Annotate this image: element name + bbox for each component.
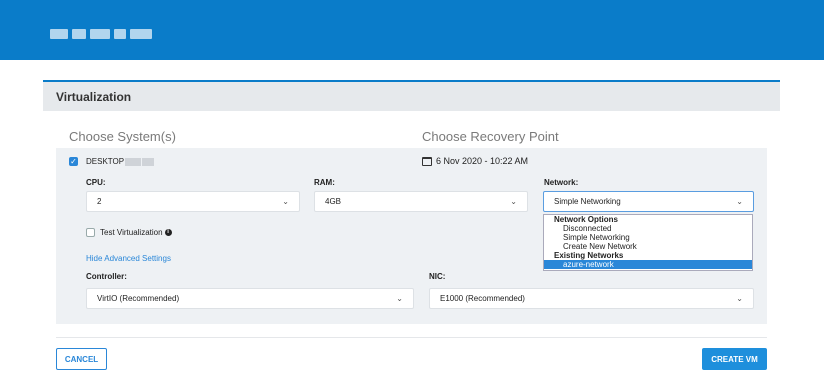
blurred-text <box>125 157 142 166</box>
footer-divider <box>56 337 767 338</box>
virtualization-panel: Virtualization Choose System(s) Choose R… <box>43 80 780 377</box>
cpu-value: 2 <box>97 197 102 206</box>
blurred-text <box>142 157 155 166</box>
dropdown-group-existing-networks: Existing Networks <box>554 251 624 260</box>
system-name-label: DESKTOP <box>86 157 155 166</box>
dropdown-option-create-new-network[interactable]: Create New Network <box>544 242 752 251</box>
choose-recovery-title: Choose Recovery Point <box>422 129 559 144</box>
chevron-down-icon: ⌄ <box>510 197 517 206</box>
network-dropdown-menu: Network Options Disconnected Simple Netw… <box>543 214 753 271</box>
dropdown-option-azure-network[interactable]: azure-network <box>544 260 752 269</box>
controller-select[interactable]: VirtIO (Recommended) ⌄ <box>86 288 414 309</box>
network-value: Simple Networking <box>554 197 621 206</box>
cpu-select[interactable]: 2 ⌄ <box>86 191 300 212</box>
hide-advanced-settings-link[interactable]: Hide Advanced Settings <box>86 254 171 263</box>
dropdown-option-disconnected[interactable]: Disconnected <box>544 224 752 233</box>
choose-systems-title: Choose System(s) <box>69 129 176 144</box>
calendar-icon <box>422 157 432 167</box>
nic-value: E1000 (Recommended) <box>440 294 525 303</box>
panel-header: Virtualization <box>43 82 780 111</box>
controller-label: Controller: <box>86 272 127 281</box>
network-label: Network: <box>544 178 579 187</box>
chevron-down-icon: ⌄ <box>736 294 743 303</box>
chevron-down-icon: ⌄ <box>736 197 743 206</box>
recovery-point-value: 6 Nov 2020 - 10:22 AM <box>436 156 529 166</box>
nic-label: NIC: <box>429 272 446 281</box>
dropdown-group-network-options: Network Options <box>554 215 619 224</box>
create-vm-button[interactable]: CREATE VM <box>702 348 767 370</box>
chevron-down-icon: ⌄ <box>396 294 403 303</box>
cpu-label: CPU: <box>86 178 106 187</box>
recovery-point-label: 6 Nov 2020 - 10:22 AM <box>422 156 529 167</box>
system-name: DESKTOP <box>86 157 125 166</box>
top-app-bar <box>0 0 824 60</box>
ram-select[interactable]: 4GB ⌄ <box>314 191 528 212</box>
cancel-button[interactable]: CANCEL <box>56 348 107 370</box>
blurred-logo <box>50 29 152 39</box>
chevron-down-icon: ⌄ <box>282 197 289 206</box>
system-checkbox[interactable]: ✓ <box>69 157 78 166</box>
ram-value: 4GB <box>325 197 342 206</box>
network-select[interactable]: Simple Networking ⌄ <box>543 191 754 212</box>
controller-value: VirtIO (Recommended) <box>97 294 180 303</box>
test-virtualization-text: Test Virtualization <box>100 228 163 237</box>
test-virtualization-checkbox[interactable] <box>86 228 95 237</box>
test-virtualization-label: Test Virtualization i <box>100 228 172 237</box>
info-icon[interactable]: i <box>164 229 172 237</box>
panel-title: Virtualization <box>56 89 132 104</box>
dropdown-option-simple-networking[interactable]: Simple Networking <box>544 233 752 242</box>
nic-select[interactable]: E1000 (Recommended) ⌄ <box>429 288 754 309</box>
ram-label: RAM: <box>314 178 335 187</box>
